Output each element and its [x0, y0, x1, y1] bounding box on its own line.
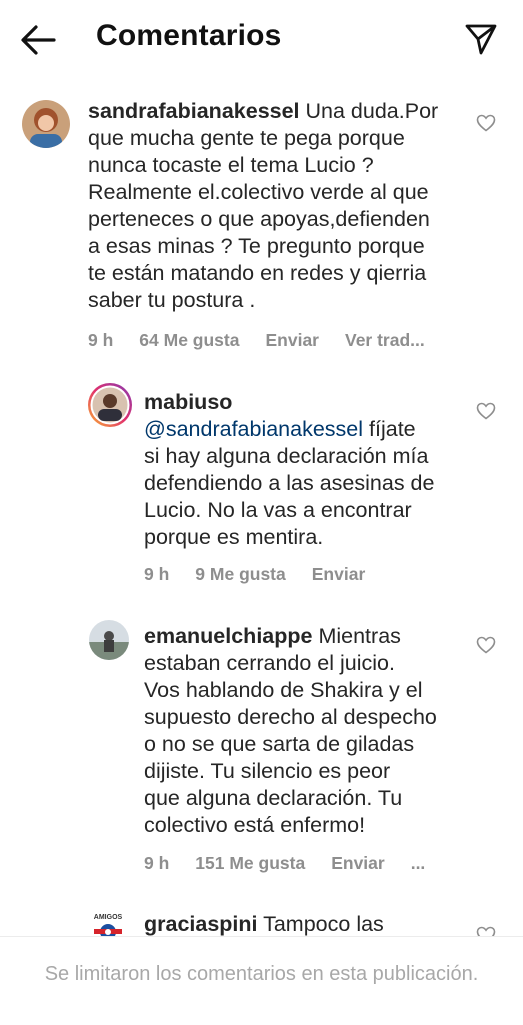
comment-username[interactable]: emanuelchiappe	[144, 624, 312, 648]
comments-limited-notice: Se limitaron los comentarios en esta pub…	[44, 963, 479, 985]
avatar[interactable]	[22, 100, 70, 148]
comment-username[interactable]: graciaspini	[144, 912, 258, 936]
comment-meta: 9 h 9 Me gusta Enviar	[144, 564, 391, 585]
avatar[interactable]	[87, 382, 133, 428]
comment-likes[interactable]: 9 Me gusta	[195, 564, 285, 584]
comment-text: sandrafabianakessel Una duda.Por que muc…	[88, 98, 468, 314]
comment-meta: 9 h 151 Me gusta Enviar...	[144, 853, 451, 874]
comment-text: graciaspini Tampoco las	[144, 911, 474, 938]
comment-body: Una duda.Por que mucha gente te pega por…	[88, 99, 439, 312]
reply-button[interactable]: Enviar	[265, 330, 319, 350]
top-bar: Comentarios	[0, 0, 523, 78]
avatar-label: AMIGOS	[94, 914, 123, 921]
comment-likes[interactable]: 151 Me gusta	[195, 853, 305, 873]
heart-icon[interactable]	[476, 114, 496, 132]
comment-meta: 9 h 64 Me gusta Enviar Ver trad...	[88, 330, 451, 351]
comment-text: emanuelchiappe Mientras estaban cerrando…	[144, 623, 474, 839]
comment-likes[interactable]: 64 Me gusta	[139, 330, 239, 350]
page-title: Comentarios	[96, 19, 282, 52]
paper-plane-icon[interactable]	[464, 22, 498, 56]
avatar[interactable]	[89, 620, 129, 660]
reply-button[interactable]: Enviar	[331, 853, 385, 873]
translate-button[interactable]: Ver trad...	[345, 330, 425, 350]
comments-limited-banner: Se limitaron los comentarios en esta pub…	[0, 936, 523, 1025]
reply-button[interactable]: Enviar	[312, 564, 366, 584]
comment-username[interactable]: mabiuso	[144, 390, 232, 414]
comment-username[interactable]: sandrafabianakessel	[88, 99, 300, 123]
comment-text: mabiuso @sandrafabianakessel fíjate si h…	[144, 389, 474, 551]
mention-link[interactable]: @sandrafabianakessel	[144, 417, 363, 441]
heart-icon[interactable]	[476, 636, 496, 654]
arrow-left-icon[interactable]	[18, 22, 58, 58]
more-options-button[interactable]: ...	[411, 853, 426, 873]
comment-time: 9 h	[144, 853, 170, 873]
comment-body: Mientras estaban cerrando el juicio. Vos…	[144, 624, 437, 837]
comment-time: 9 h	[144, 564, 170, 584]
comment-body: Tampoco las	[257, 912, 384, 936]
heart-icon[interactable]	[476, 402, 496, 420]
comment-time: 9 h	[88, 330, 114, 350]
